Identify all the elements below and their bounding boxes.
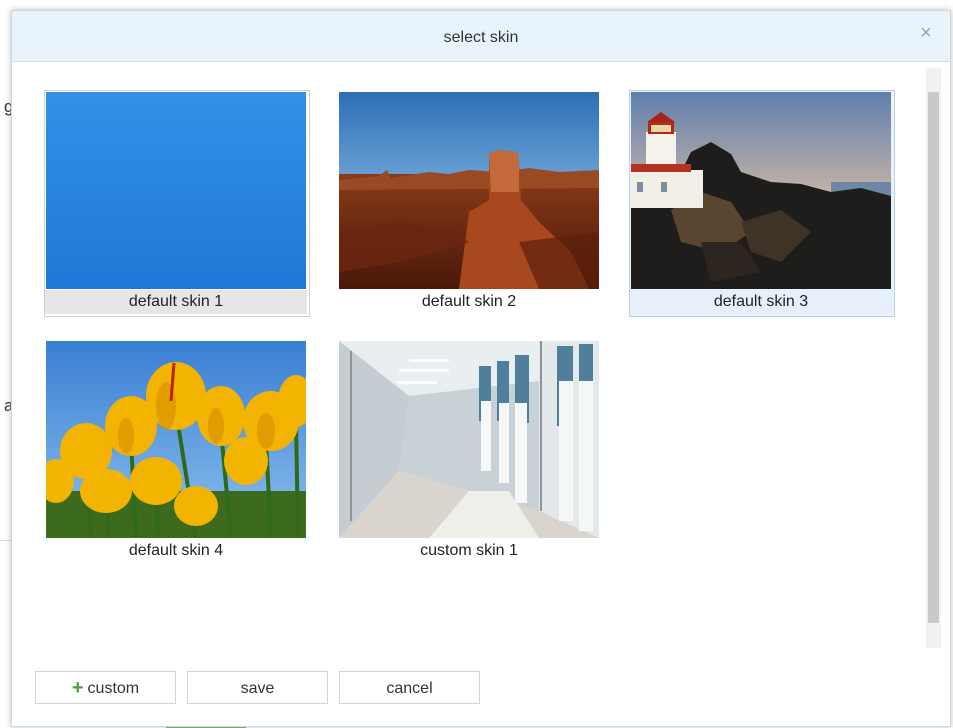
skin-thumbnail-lighthouse [631, 92, 891, 289]
skin-thumbnail-blue [46, 92, 306, 289]
dialog-title: select skin [443, 29, 519, 46]
save-button[interactable]: save [187, 671, 328, 704]
skin-option-default-1[interactable]: default skin 1 [44, 90, 310, 317]
skin-label: default skin 1 [45, 290, 307, 314]
skin-label: default skin 4 [128, 542, 224, 559]
skin-label: custom skin 1 [420, 542, 518, 559]
skin-thumbnail-tulips [46, 341, 306, 538]
cancel-button[interactable]: cancel [339, 671, 480, 704]
dialog-header: select skin × [12, 11, 950, 62]
skin-thumbnail-corridor [339, 341, 599, 538]
skin-option-default-3[interactable]: default skin 3 [629, 90, 895, 317]
plus-icon: + [71, 677, 84, 699]
skin-label: default skin 3 [630, 290, 892, 314]
skin-label: default skin 2 [421, 293, 517, 310]
skin-option-default-2[interactable]: default skin 2 [337, 90, 603, 317]
select-skin-dialog: select skin × default skin 1 default ski… [11, 10, 951, 727]
custom-skin-button[interactable]: + custom [35, 671, 176, 704]
skin-thumbnail-desert [339, 92, 599, 289]
scrollbar-thumb[interactable] [928, 92, 939, 623]
custom-button-label: custom [87, 680, 140, 697]
skin-option-custom-1[interactable]: custom skin 1 [337, 339, 603, 566]
vertical-scrollbar[interactable] [926, 68, 941, 648]
page: g a select skin × default skin 1 default… [0, 0, 953, 728]
skin-option-default-4[interactable]: default skin 4 [44, 339, 310, 566]
close-icon[interactable]: × [915, 22, 937, 44]
